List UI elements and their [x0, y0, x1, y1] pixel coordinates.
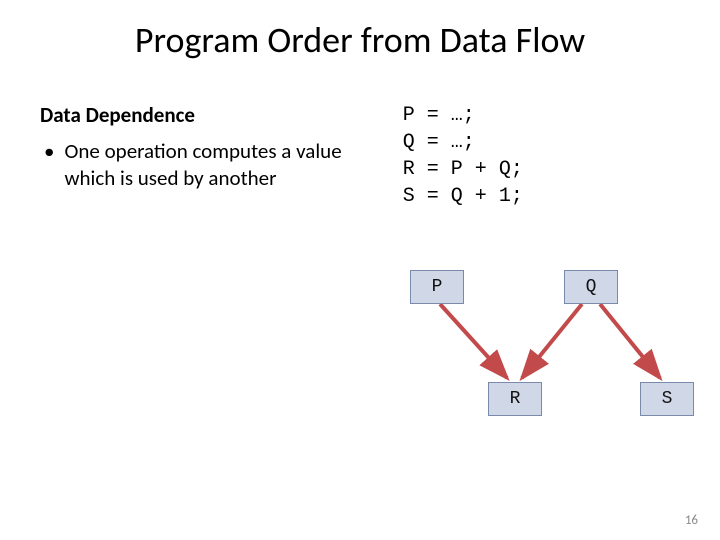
code-line-1: P = …;: [403, 104, 475, 127]
node-r: R: [488, 382, 542, 416]
code-line-2: Q = …;: [403, 131, 475, 154]
slide-number: 16: [685, 513, 698, 528]
code-line-3: R = P + Q;: [403, 158, 523, 181]
bullet-dot-icon: •: [44, 138, 54, 165]
node-p: P: [410, 270, 464, 304]
node-s: S: [640, 382, 694, 416]
bullet-text: One operation computes a value which is …: [64, 138, 352, 193]
left-column: Data Dependence • One operation computes…: [40, 102, 373, 210]
bullet-item: • One operation computes a value which i…: [40, 138, 353, 193]
slide-title: Program Order from Data Flow: [0, 0, 720, 62]
subtitle: Data Dependence: [40, 102, 353, 128]
node-q: Q: [564, 270, 618, 304]
content-area: Data Dependence • One operation computes…: [0, 62, 720, 210]
code-line-4: S = Q + 1;: [403, 185, 523, 208]
dependency-diagram: P Q R S: [410, 270, 690, 470]
code-block: P = …; Q = …; R = P + Q; S = Q + 1;: [373, 102, 680, 210]
